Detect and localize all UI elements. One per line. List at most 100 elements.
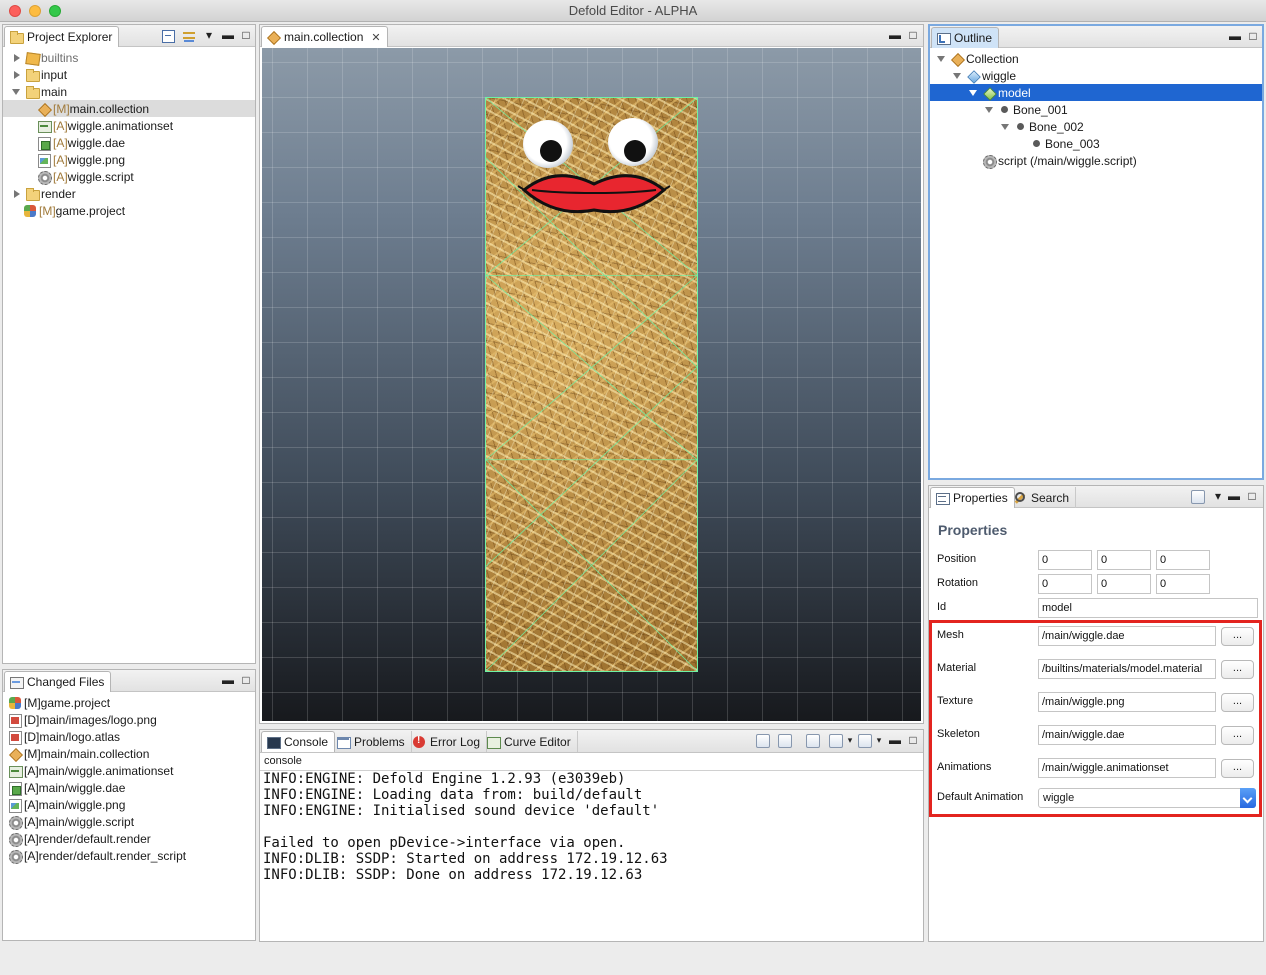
console-panel: Console Problems Error Log Curve Editor … (259, 729, 924, 942)
open-console-dropdown-icon[interactable]: ▾ (872, 733, 886, 747)
tab-changed-files[interactable]: Changed Files (4, 671, 112, 692)
outline-item-collection[interactable]: Collection (930, 50, 1262, 67)
tree-item-wiggle-script[interactable]: [A] wiggle.script (3, 168, 255, 185)
minimize-panel-icon[interactable]: ▬ (221, 673, 235, 687)
rotation-z-field[interactable]: 0 (1156, 574, 1210, 594)
pin-console-icon[interactable] (806, 734, 820, 748)
collapse-icon[interactable] (968, 87, 980, 99)
list-item[interactable]: [D]main/images/logo.png (8, 711, 255, 728)
console-line: INFO:ENGINE: Loading data from: build/de… (263, 787, 643, 803)
tab-problems[interactable]: Problems (332, 731, 412, 752)
tree-item-game-project[interactable]: [M] game.project (3, 202, 255, 219)
maximize-panel-icon[interactable]: □ (239, 28, 253, 42)
collapse-icon[interactable] (1000, 121, 1012, 133)
view-menu-icon[interactable]: ▾ (202, 28, 216, 42)
expand-icon[interactable] (11, 69, 23, 81)
collapse-icon[interactable] (936, 53, 948, 65)
tree-item-wiggle-dae[interactable]: [A] wiggle.dae (3, 134, 255, 151)
tree-item-label: wiggle.png (67, 152, 126, 167)
material-field[interactable]: /builtins/materials/model.material (1038, 659, 1216, 679)
console-output[interactable]: INFO:ENGINE: Defold Engine 1.2.93 (e3039… (263, 771, 668, 883)
list-item[interactable]: [M]game.project (8, 694, 255, 711)
tab-curve-editor[interactable]: Curve Editor (482, 731, 578, 752)
outline-item-bone-001[interactable]: Bone_001 (930, 101, 1262, 118)
list-item[interactable]: [A]main/wiggle.png (8, 796, 255, 813)
id-field[interactable]: model (1038, 598, 1258, 618)
minimize-panel-icon[interactable]: ▬ (1228, 29, 1242, 43)
mesh-browse-button[interactable]: ... (1221, 627, 1254, 646)
minimize-panel-icon[interactable]: ▬ (888, 733, 902, 747)
tab-main-collection[interactable]: main.collection ✕ (261, 26, 388, 47)
list-item[interactable]: [A]render/default.render (8, 830, 255, 847)
position-y-field[interactable]: 0 (1097, 550, 1151, 570)
outline-item-model[interactable]: model (930, 84, 1262, 101)
tab-error-log[interactable]: Error Log (408, 731, 488, 752)
tree-item-main[interactable]: main (3, 83, 255, 100)
skeleton-browse-button[interactable]: ... (1221, 726, 1254, 745)
minimize-panel-icon[interactable]: ▬ (221, 28, 235, 42)
scroll-lock-icon[interactable] (778, 734, 792, 748)
maximize-panel-icon[interactable]: □ (1245, 489, 1259, 503)
pin-properties-icon[interactable] (1191, 490, 1205, 504)
minimize-panel-icon[interactable]: ▬ (888, 28, 902, 42)
collapse-icon[interactable] (11, 86, 23, 98)
animations-field[interactable]: /main/wiggle.animationset (1038, 758, 1216, 778)
list-item[interactable]: [A]main/wiggle.animationset (8, 762, 255, 779)
clear-console-icon[interactable] (756, 734, 770, 748)
collapse-icon[interactable] (984, 104, 996, 116)
list-item[interactable]: [A]main/wiggle.dae (8, 779, 255, 796)
skeleton-field[interactable]: /main/wiggle.dae (1038, 725, 1216, 745)
tree-item-label: wiggle.dae (67, 135, 126, 150)
outline-item-script[interactable]: script (/main/wiggle.script) (930, 152, 1262, 169)
display-console-icon[interactable] (829, 734, 843, 748)
list-item[interactable]: [D]main/logo.atlas (8, 728, 255, 745)
tree-item-main-collection[interactable]: [M] main.collection (3, 100, 255, 117)
chevron-down-icon[interactable] (1240, 788, 1256, 808)
maximize-panel-icon[interactable]: □ (239, 673, 253, 687)
tab-properties[interactable]: Properties (930, 487, 1015, 508)
mesh-field[interactable]: /main/wiggle.dae (1038, 626, 1216, 646)
position-z-field[interactable]: 0 (1156, 550, 1210, 570)
outline-item-wiggle[interactable]: wiggle (930, 67, 1262, 84)
display-console-dropdown-icon[interactable]: ▾ (843, 733, 857, 747)
tree-item-wiggle-png[interactable]: [A] wiggle.png (3, 151, 255, 168)
tab-project-explorer[interactable]: Project Explorer (4, 26, 120, 47)
texture-field[interactable]: /main/wiggle.png (1038, 692, 1216, 712)
tab-outline[interactable]: Outline (931, 27, 1000, 48)
default-animation-select[interactable]: wiggle (1038, 788, 1256, 808)
expand-icon[interactable] (11, 188, 23, 200)
collapse-all-icon[interactable] (161, 29, 175, 43)
scene-viewport[interactable] (262, 48, 921, 721)
minimize-panel-icon[interactable]: ▬ (1227, 489, 1241, 503)
list-item[interactable]: [A]main/wiggle.script (8, 813, 255, 830)
link-with-editor-icon[interactable] (182, 29, 196, 43)
expand-icon[interactable] (11, 52, 23, 64)
collapse-icon[interactable] (952, 70, 964, 82)
texture-browse-button[interactable]: ... (1221, 693, 1254, 712)
rotation-y-field[interactable]: 0 (1097, 574, 1151, 594)
folder-icon (25, 187, 40, 201)
open-console-icon[interactable] (858, 734, 872, 748)
outline-item-bone-003[interactable]: Bone_003 (930, 135, 1262, 152)
list-item[interactable]: [A]render/default.render_script (8, 847, 255, 864)
outline-item-bone-002[interactable]: Bone_002 (930, 118, 1262, 135)
animations-browse-button[interactable]: ... (1221, 759, 1254, 778)
rotation-x-field[interactable]: 0 (1038, 574, 1092, 594)
close-tab-icon[interactable]: ✕ (371, 31, 380, 44)
tab-search[interactable]: Search (1009, 487, 1077, 508)
right-pupil (624, 140, 646, 162)
position-x-field[interactable]: 0 (1038, 550, 1092, 570)
material-browse-button[interactable]: ... (1221, 660, 1254, 679)
list-item[interactable]: [M]main/main.collection (8, 745, 255, 762)
tree-item-builtins[interactable]: builtins (3, 49, 255, 66)
model-component-icon (982, 86, 996, 100)
tree-item-input[interactable]: input (3, 66, 255, 83)
model-preview[interactable] (485, 97, 698, 672)
tree-item-render[interactable]: render (3, 185, 255, 202)
tab-console[interactable]: Console (261, 731, 336, 752)
maximize-panel-icon[interactable]: □ (906, 733, 920, 747)
tree-item-wiggle-animationset[interactable]: [A] wiggle.animationset (3, 117, 255, 134)
maximize-panel-icon[interactable]: □ (1246, 29, 1260, 43)
view-menu-icon[interactable]: ▾ (1211, 489, 1225, 503)
maximize-panel-icon[interactable]: □ (906, 28, 920, 42)
